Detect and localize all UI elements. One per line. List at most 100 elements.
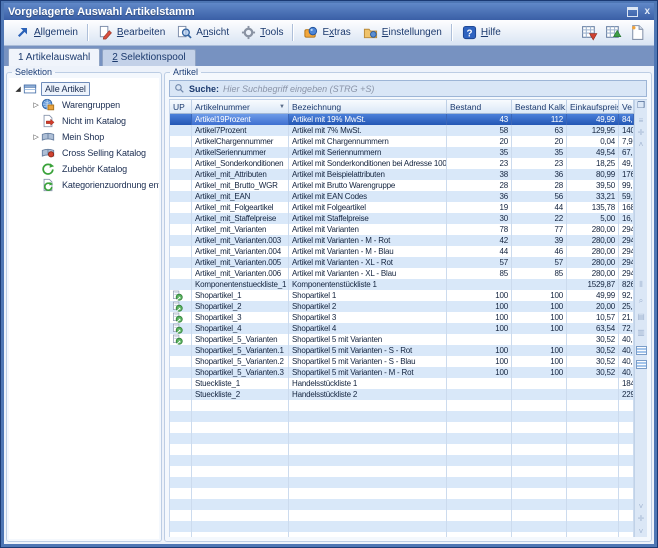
selektion-group-label: Selektion	[12, 67, 55, 77]
cell-bestand: 38	[447, 169, 512, 180]
table-row[interactable]: Shopartikel_5_VariantenShopartikel 5 mit…	[170, 334, 634, 345]
list-marker-icon[interactable]	[636, 346, 647, 355]
column-header-ve[interactable]: Ve	[619, 100, 634, 113]
cell-bestand	[447, 279, 512, 290]
search-input[interactable]: Suche: Hier Suchbegriff eingeben (STRG +…	[169, 80, 647, 97]
scroll-marker-icon[interactable]: ˅	[635, 502, 647, 511]
table-row[interactable]: Artikel_SonderkonditionenArtikel mit Son…	[170, 158, 634, 169]
table-row[interactable]: Artikel_mit_StaffelpreiseArtikel mit Sta…	[170, 213, 634, 224]
tree-item-label: Cross Selling Katalog	[59, 147, 149, 159]
new-document-icon[interactable]	[629, 24, 646, 41]
tree-item-alle-artikel[interactable]: ◢Alle Artikel	[11, 81, 157, 97]
empty-cell	[447, 433, 512, 444]
tree-item-kategorienzuordnung-entfernen[interactable]: Kategorienzuordnung entfernen	[11, 177, 157, 193]
column-header-artikelnummer[interactable]: Artikelnummer▼	[192, 100, 289, 113]
table-row[interactable]: Komponentenstueckliste_1Komponentenstück…	[170, 279, 634, 290]
scroll-marker-icon[interactable]: ˄	[635, 140, 647, 149]
tree-item-cross-selling-katalog[interactable]: Cross Selling Katalog	[11, 145, 157, 161]
table-row[interactable]: Artikel_mit_Varianten.003Artikel mit Var…	[170, 235, 634, 246]
table-row[interactable]: Stueckliste_1Handelsstückliste 1184	[170, 378, 634, 389]
tree-item-nicht-im-katalog[interactable]: Nicht im Katalog	[11, 113, 157, 129]
column-header-einkaufspreis[interactable]: Einkaufspreis	[567, 100, 619, 113]
cell-ve: 16,	[619, 213, 634, 224]
scroll-marker-icon[interactable]: ˅	[635, 527, 647, 536]
table-row[interactable]: ArtikelSeriennummerArtikel mit Seriennum…	[170, 147, 634, 158]
table-row[interactable]: Artikel7ProzentArtikel mit 7% MwSt.58631…	[170, 125, 634, 136]
column-header-up[interactable]: UP	[170, 100, 192, 113]
grid-side-strip[interactable]: ❐ ≡ ✛ ˄ ⦀ ⌕ ▤ ▥ ˅ ✛ ˅	[634, 100, 647, 537]
table-row[interactable]: Stueckliste_2Handelsstückliste 2229	[170, 389, 634, 400]
menu-item-allgemein[interactable]: Allgemein	[9, 23, 84, 42]
table-row[interactable]: Shopartikel_1Shopartikel 110010049,9992,	[170, 290, 634, 301]
cell-bestand: 23	[447, 158, 512, 169]
empty-cell	[567, 433, 619, 444]
empty-cell	[289, 510, 447, 521]
table-row[interactable]: Shopartikel_5_Varianten.3Shopartikel 5 m…	[170, 367, 634, 378]
menu-item-extras[interactable]: Extras	[297, 23, 356, 42]
column-chooser-icon[interactable]: ❐	[635, 101, 647, 110]
tree-item-mein-shop[interactable]: ▷Mein Shop	[11, 129, 157, 145]
menu-item-hilfe[interactable]: ?Hilfe	[456, 23, 507, 42]
scroll-marker-icon[interactable]: ⦀	[635, 280, 647, 289]
table-row[interactable]: Shopartikel_5_Varianten.1Shopartikel 5 m…	[170, 345, 634, 356]
empty-cell	[170, 444, 192, 455]
empty-row	[170, 532, 634, 537]
menu-item-bearbeiten[interactable]: Bearbeiten	[92, 23, 171, 42]
table-row[interactable]: Shopartikel_3Shopartikel 310010010,5721,	[170, 312, 634, 323]
cell-ve: 99,	[619, 180, 634, 191]
scroll-marker-icon[interactable]: ✛	[635, 128, 647, 137]
column-header-bezeichnung[interactable]: Bezeichnung	[289, 100, 447, 113]
scroll-marker-icon[interactable]: ≡	[635, 116, 647, 125]
menu-item-tools[interactable]: Tools	[235, 23, 289, 42]
tab-1[interactable]: 1 Artikelauswahl	[8, 48, 100, 66]
table-row[interactable]: ArtikelChargennummerArtikel mit Chargenn…	[170, 136, 634, 147]
tree-expander-icon[interactable]: ▷	[31, 101, 41, 109]
cell-bezeichnung: Artikel mit Varianten	[289, 224, 447, 235]
table-import-icon[interactable]	[605, 24, 622, 41]
empty-cell	[447, 444, 512, 455]
table-row[interactable]: Artikel_mit_Brutto_WGRArtikel mit Brutto…	[170, 180, 634, 191]
column-header-bestand[interactable]: Bestand	[447, 100, 512, 113]
empty-cell	[192, 499, 289, 510]
scroll-marker-icon[interactable]: ▤	[635, 312, 647, 321]
empty-cell	[289, 488, 447, 499]
column-header-bestand-kalk-[interactable]: Bestand Kalk.	[512, 100, 567, 113]
table-row[interactable]: Artikel19ProzentArtikel mit 19% MwSt.431…	[170, 114, 634, 125]
cell-artikelnummer: Stueckliste_2	[192, 389, 289, 400]
tree-item-zubeh-r-katalog[interactable]: Zubehör Katalog	[11, 161, 157, 177]
empty-cell	[192, 521, 289, 532]
list-marker-icon[interactable]	[636, 360, 647, 369]
scroll-marker-icon[interactable]: ⌕	[635, 296, 647, 305]
tree-expander-icon[interactable]: ◢	[13, 85, 23, 93]
tab-2[interactable]: 2 Selektionspool	[102, 49, 195, 66]
table-row[interactable]: Artikel_mit_VariantenArtikel mit Variant…	[170, 224, 634, 235]
table-row[interactable]: Shopartikel_5_Varianten.2Shopartikel 5 m…	[170, 356, 634, 367]
table-row[interactable]: Artikel_mit_Varianten.005Artikel mit Var…	[170, 257, 634, 268]
table-row[interactable]: Artikel_mit_Varianten.004Artikel mit Var…	[170, 246, 634, 257]
table-row[interactable]: Shopartikel_4Shopartikel 410010063,5472,	[170, 323, 634, 334]
table-row[interactable]: Artikel_mit_EANArtikel mit EAN Codes3656…	[170, 191, 634, 202]
tree-item-warengruppen[interactable]: ▷Warengruppen	[11, 97, 157, 113]
cell-ve: 176	[619, 169, 634, 180]
table-export-icon[interactable]	[581, 24, 598, 41]
empty-cell	[512, 532, 567, 537]
cell-bestand-kalk	[512, 389, 567, 400]
shop-upload-icon	[170, 323, 192, 334]
empty-cell	[170, 477, 192, 488]
empty-cell	[192, 488, 289, 499]
menu-item-ansicht[interactable]: Ansicht	[171, 23, 235, 42]
menu-item-einstellungen[interactable]: Einstellungen	[357, 23, 448, 42]
table-row[interactable]: Artikel_mit_Varianten.006Artikel mit Var…	[170, 268, 634, 279]
table-row[interactable]: Artikel_mit_FolgeartikelArtikel mit Folg…	[170, 202, 634, 213]
scroll-marker-icon[interactable]: ✛	[635, 514, 647, 523]
restore-icon[interactable]	[627, 7, 638, 17]
table-row[interactable]: Shopartikel_2Shopartikel 210010020,0025,	[170, 301, 634, 312]
cell-einkaufspreis: 80,99	[567, 169, 619, 180]
cell-bestand-kalk: 28	[512, 180, 567, 191]
tree-expander-icon[interactable]: ▷	[31, 133, 41, 141]
app-window: Vorgelagerte Auswahl Artikelstamm x Allg…	[0, 0, 658, 548]
scroll-marker-icon[interactable]: ▥	[635, 328, 647, 337]
cell-artikelnummer: Artikel_mit_Varianten.004	[192, 246, 289, 257]
table-row[interactable]: Artikel_mit_AttributenArtikel mit Beispi…	[170, 169, 634, 180]
close-icon[interactable]: x	[644, 7, 650, 17]
